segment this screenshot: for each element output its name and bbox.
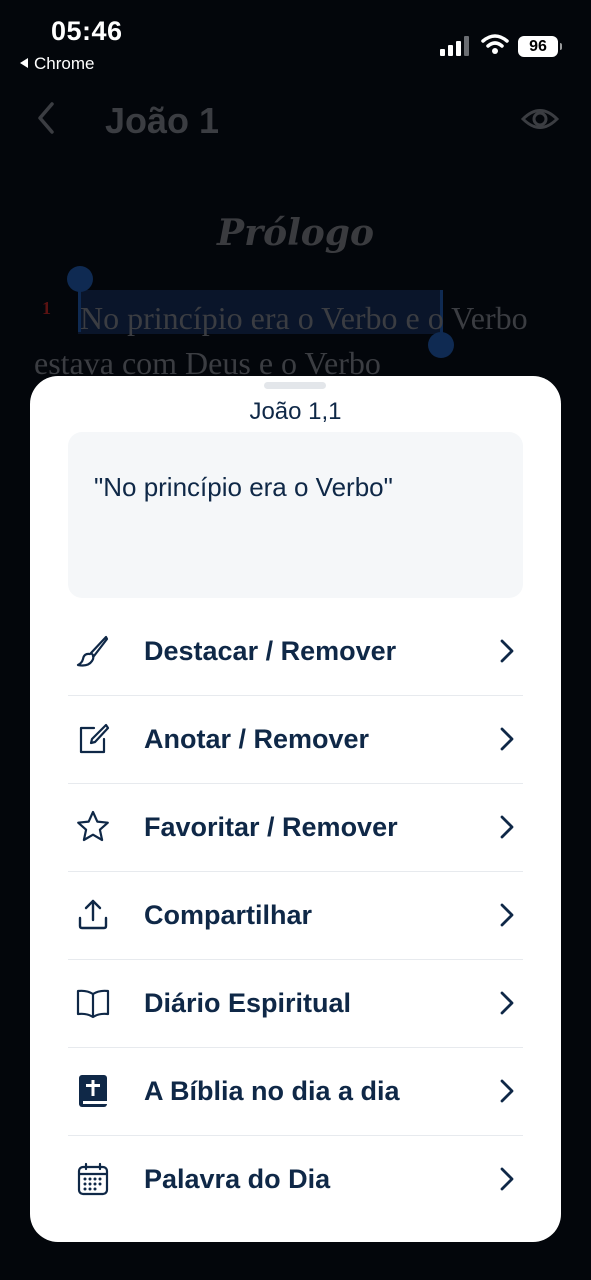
status-bar: 05:46 Chrome 96: [0, 0, 591, 80]
chevron-right-icon: [500, 1167, 514, 1191]
calendar-icon: [77, 1162, 109, 1196]
action-spiritual-diary[interactable]: Diário Espiritual: [68, 960, 523, 1048]
actions-list: Destacar / Remover Anotar / Remover Favo…: [68, 608, 523, 1223]
action-word-of-day[interactable]: Palavra do Dia: [68, 1136, 523, 1223]
action-share[interactable]: Compartilhar: [68, 872, 523, 960]
cellular-signal-icon: [440, 36, 469, 56]
page-title: João 1: [105, 100, 220, 141]
edit-note-icon: [79, 723, 110, 754]
verse-quote: "No princípio era o Verbo": [94, 472, 393, 502]
battery-indicator: 96: [518, 36, 562, 57]
action-label: Destacar / Remover: [144, 636, 397, 666]
verse-text[interactable]: No princípio era o Verbo e o Verbo estav…: [34, 296, 554, 386]
chevron-right-icon: [500, 815, 514, 839]
chevron-right-icon: [500, 1079, 514, 1103]
share-icon: [78, 899, 108, 930]
sheet-grabber[interactable]: [264, 382, 326, 389]
back-chevron-icon[interactable]: [32, 100, 62, 136]
action-bible-daily[interactable]: A Bíblia no dia a dia: [68, 1048, 523, 1136]
quote-box: "No princípio era o Verbo": [68, 432, 523, 598]
action-label: Diário Espiritual: [144, 988, 352, 1018]
app-header: João 1: [0, 90, 591, 150]
status-time: 05:46: [51, 16, 123, 46]
wifi-icon: [481, 34, 509, 54]
chevron-right-icon: [500, 639, 514, 663]
verse-actions-sheet: João 1,1 "No princípio era o Verbo" Dest…: [30, 376, 561, 1242]
back-triangle-icon: [20, 58, 28, 68]
action-label: Anotar / Remover: [144, 724, 370, 754]
action-label: Favoritar / Remover: [144, 812, 398, 842]
back-to-app-link[interactable]: Chrome: [20, 54, 94, 74]
selection-start-handle[interactable]: [67, 266, 93, 292]
action-highlight[interactable]: Destacar / Remover: [68, 608, 523, 696]
chevron-right-icon: [500, 727, 514, 751]
back-app-label: Chrome: [34, 54, 95, 73]
open-book-icon: [76, 989, 110, 1019]
verse-text-content: No princípio era o Verbo e o Verbo estav…: [34, 300, 528, 381]
verse-reference: João 1,1: [249, 398, 342, 425]
action-label: Compartilhar: [144, 900, 313, 930]
section-heading: Prólogo: [217, 212, 374, 254]
action-label: Palavra do Dia: [144, 1164, 331, 1194]
chevron-right-icon: [500, 991, 514, 1015]
chevron-right-icon: [500, 903, 514, 927]
star-icon: [77, 810, 109, 842]
eye-icon[interactable]: [520, 104, 560, 134]
brush-icon: [76, 635, 109, 667]
bible-icon: [79, 1075, 107, 1107]
action-favorite[interactable]: Favoritar / Remover: [68, 784, 523, 872]
action-annotate[interactable]: Anotar / Remover: [68, 696, 523, 784]
action-label: A Bíblia no dia a dia: [144, 1076, 400, 1106]
